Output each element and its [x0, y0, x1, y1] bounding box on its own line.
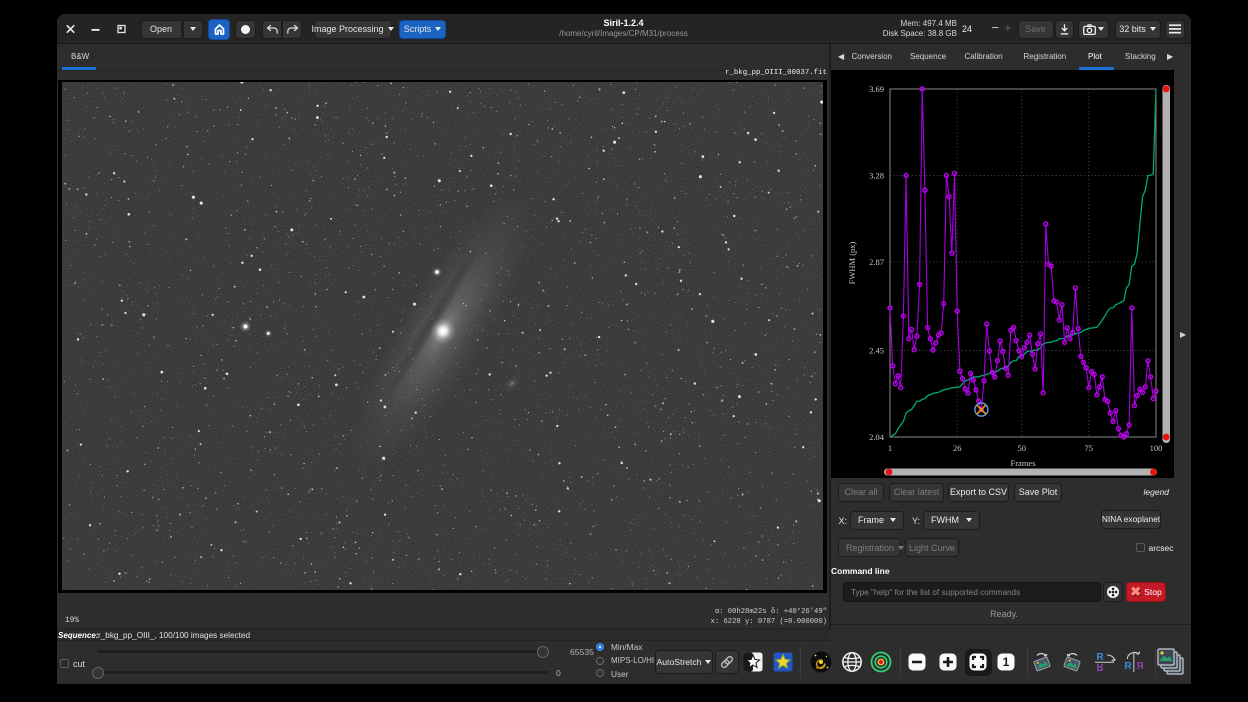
svg-text:50: 50	[1017, 443, 1025, 453]
svg-text:26: 26	[953, 443, 962, 453]
svg-text:1: 1	[888, 443, 892, 453]
svg-text:2.45: 2.45	[869, 346, 884, 356]
svg-text:Frames: Frames	[1010, 458, 1035, 468]
svg-text:2.87: 2.87	[869, 257, 884, 267]
svg-text:100: 100	[1150, 443, 1163, 453]
svg-text:2.04: 2.04	[869, 432, 885, 442]
svg-text:3.28: 3.28	[869, 171, 884, 181]
svg-text:3.69: 3.69	[869, 84, 884, 94]
svg-text:R: R	[1136, 661, 1144, 672]
svg-text:75: 75	[1085, 443, 1094, 453]
svg-text:1: 1	[1003, 655, 1010, 669]
svg-text:R: R	[1125, 661, 1133, 672]
svg-text:FWHM (px): FWHM (px)	[847, 241, 857, 284]
